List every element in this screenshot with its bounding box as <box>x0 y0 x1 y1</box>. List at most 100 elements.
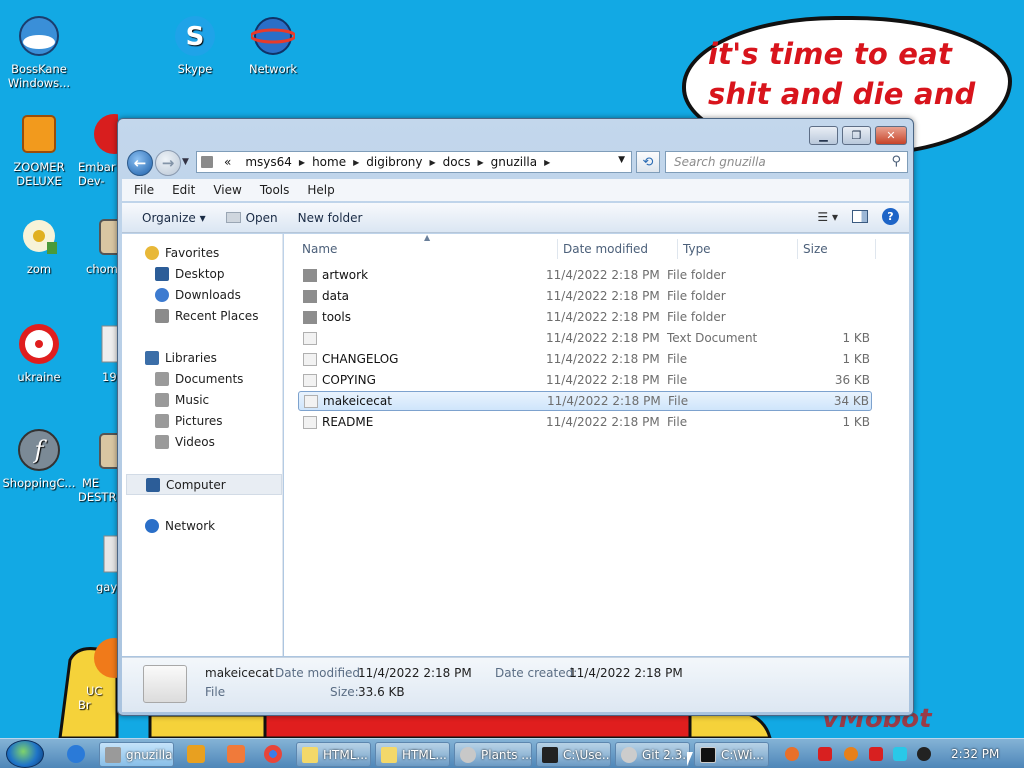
maximize-button[interactable]: ❐ <box>842 126 871 145</box>
taskbar-button-gnuzilla[interactable]: gnuzilla <box>99 742 174 767</box>
taskbar-button-7zip[interactable]: C:\Use... <box>536 742 611 767</box>
nav-computer[interactable]: Computer <box>126 474 282 495</box>
file-row-makeicecat[interactable]: makeicecat 11/4/2022 2:18 PM File 34 KB <box>298 391 872 411</box>
breadcrumb-gnuzilla[interactable]: gnuzilla <box>484 155 544 169</box>
chrome-icon[interactable] <box>264 745 282 763</box>
nav-pictures[interactable]: Pictures <box>155 414 223 428</box>
desktop-icon-ukraine[interactable]: ukraine <box>0 322 78 384</box>
start-button[interactable] <box>6 740 44 768</box>
desktop-icon-label: ME DESTR <box>78 476 117 504</box>
file-row-copying[interactable]: COPYING 11/4/2022 2:18 PM File 36 KB <box>298 370 872 390</box>
media-player-icon[interactable] <box>187 745 205 763</box>
new-folder-button[interactable]: New folder <box>298 211 363 225</box>
column-header-date[interactable]: Date modified <box>563 239 678 259</box>
taskbar-button-html-2[interactable]: HTML... <box>375 742 450 767</box>
view-options-icon[interactable]: ☰ ▾ <box>817 210 838 224</box>
desktop-icon-zom[interactable]: zom <box>0 214 78 276</box>
menu-tools[interactable]: Tools <box>260 183 290 197</box>
desktop-icon-zoomer[interactable]: ZOOMER DELUXE <box>0 112 78 188</box>
file-row-data[interactable]: data 11/4/2022 2:18 PM File folder <box>298 286 872 306</box>
taskbar-button-html-1[interactable]: HTML... <box>296 742 371 767</box>
recent-pages-dropdown[interactable]: ▼ <box>182 157 189 167</box>
nav-network[interactable]: Network <box>145 519 215 533</box>
file-row-text-document[interactable]: 11/4/2022 2:18 PM Text Document 1 KB <box>298 328 872 348</box>
nav-libraries[interactable]: Libraries <box>145 351 217 365</box>
minimize-button[interactable]: ▁ <box>809 126 838 145</box>
file-size: 1 KB <box>842 415 870 429</box>
nav-label: Favorites <box>165 246 220 260</box>
taskbar-button-plants[interactable]: Plants ... <box>454 742 532 767</box>
desktop-icon-embarcadero[interactable]: Embar Dev- <box>78 112 118 188</box>
file-row-artwork[interactable]: artwork 11/4/2022 2:18 PM File folder <box>298 265 872 285</box>
breadcrumb-digibrony[interactable]: digibrony <box>359 155 429 169</box>
desktop-icon-me-destr[interactable]: ME DESTR <box>78 428 118 504</box>
preview-pane-icon[interactable] <box>852 210 868 223</box>
desktop-icon-skype[interactable]: S Skype <box>156 14 234 76</box>
back-button[interactable]: ← <box>127 150 153 176</box>
column-header-type[interactable]: Type <box>683 239 798 259</box>
desktop-icon-label: ukraine <box>17 370 61 384</box>
desktop-icon-uc-browser[interactable]: UC Br <box>78 636 118 712</box>
system-clock[interactable]: 2:32 PM <box>951 747 999 761</box>
breadcrumb-home[interactable]: home <box>305 155 353 169</box>
taskbar-button-cmd[interactable]: C:\Wi... <box>694 742 769 767</box>
file-row-readme[interactable]: README 11/4/2022 2:18 PM File 1 KB <box>298 412 872 432</box>
menu-view[interactable]: View <box>213 183 241 197</box>
vivaldi-icon[interactable] <box>818 747 832 761</box>
nav-favorites[interactable]: Favorites <box>145 246 219 260</box>
firefox-icon[interactable] <box>785 747 799 761</box>
forward-button[interactable]: → <box>155 150 181 176</box>
volume-icon[interactable] <box>917 747 931 761</box>
menu-edit[interactable]: Edit <box>172 183 195 197</box>
file-date: 11/4/2022 2:18 PM <box>546 331 660 345</box>
flag-icon[interactable] <box>869 747 883 761</box>
chevron-right-icon[interactable]: ▶ <box>544 158 550 167</box>
desktop-icon-shoppingc[interactable]: f ShoppingC... <box>0 428 78 490</box>
column-header-size[interactable]: Size <box>803 239 876 259</box>
nav-downloads[interactable]: Downloads <box>155 288 241 302</box>
organize-button[interactable]: Organize ▾ <box>142 211 206 225</box>
search-input[interactable]: Search gnuzilla ⚲ <box>665 151 908 173</box>
nav-recent-places[interactable]: Recent Places <box>155 309 258 323</box>
menu-help[interactable]: Help <box>307 183 334 197</box>
nav-desktop[interactable]: Desktop <box>155 267 225 281</box>
desktop-icon-bosskane[interactable]: BossKane Windows... <box>0 14 78 90</box>
close-button[interactable]: ✕ <box>875 126 907 145</box>
refresh-button[interactable]: ⟲ <box>636 151 660 173</box>
desktop-icon-19[interactable]: 19 <box>78 322 118 384</box>
desktop-icon-label: 19 <box>102 370 117 384</box>
internet-explorer-icon[interactable] <box>67 745 85 763</box>
desktop-icon-chom[interactable]: chom <box>78 214 118 276</box>
help-icon[interactable]: ? <box>882 208 899 225</box>
details-modified-value: 11/4/2022 2:18 PM <box>358 666 472 680</box>
desktop-icon-gay[interactable]: gay <box>78 532 118 594</box>
explorer-window[interactable]: ▁ ❐ ✕ ← → ▼ « msys64 ▶ home ▶ digibrony ▶ d… <box>117 118 914 716</box>
file-name: artwork <box>322 268 369 282</box>
taskbar-button-git[interactable]: Git 2.3... <box>615 742 690 767</box>
file-type: File folder <box>667 268 726 282</box>
app-icon[interactable] <box>227 745 245 763</box>
desktop-icon-label: ShoppingC... <box>2 476 76 490</box>
svg-text:S: S <box>186 22 205 52</box>
nav-music[interactable]: Music <box>155 393 209 407</box>
desktop-icon-network[interactable]: Network <box>234 14 312 76</box>
search-icon[interactable]: ⚲ <box>891 154 901 169</box>
nav-videos[interactable]: Videos <box>155 435 215 449</box>
address-dropdown-icon[interactable]: ▼ <box>618 155 625 165</box>
desktop-icon-label: zom <box>26 262 52 276</box>
nav-label: Downloads <box>175 288 241 302</box>
search-tool-icon[interactable] <box>844 747 858 761</box>
nav-documents[interactable]: Documents <box>155 372 243 386</box>
column-header-name[interactable]: Name ▲ <box>302 233 558 259</box>
file-row-tools[interactable]: tools 11/4/2022 2:18 PM File folder <box>298 307 872 327</box>
breadcrumb-docs[interactable]: docs <box>436 155 478 169</box>
file-row-changelog[interactable]: CHANGELOG 11/4/2022 2:18 PM File 1 KB <box>298 349 872 369</box>
git-icon <box>621 746 637 763</box>
menu-file[interactable]: File <box>134 183 154 197</box>
help-file-icon <box>381 746 397 763</box>
address-bar[interactable]: « msys64 ▶ home ▶ digibrony ▶ docs ▶ gnuzill… <box>196 151 632 173</box>
open-button[interactable]: Open <box>225 211 278 225</box>
breadcrumb-overflow[interactable]: « <box>217 155 238 169</box>
breadcrumb-msys64[interactable]: msys64 <box>238 155 299 169</box>
display-icon[interactable] <box>893 747 907 761</box>
